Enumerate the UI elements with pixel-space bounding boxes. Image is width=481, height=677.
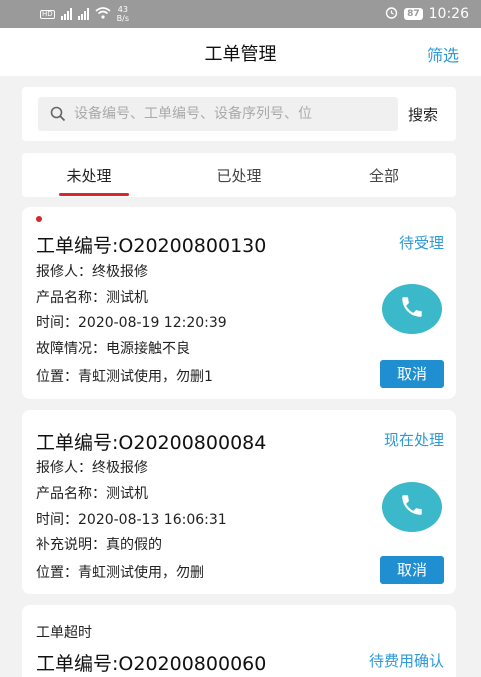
order-status[interactable]: 现在处理 xyxy=(384,429,444,450)
alarm-icon xyxy=(385,6,398,22)
network-speed-unit: B/s xyxy=(116,14,130,23)
network-speed: 43 B/s xyxy=(117,5,129,23)
order-number: 工单编号:O20200800130 xyxy=(36,235,267,257)
tab-all[interactable]: 全部 xyxy=(324,165,444,186)
order-time: 时间：2020-08-19 12:20:39 xyxy=(36,315,227,331)
order-number: 工单编号:O20200800084 xyxy=(36,432,267,454)
order-remark: 补充说明：真的假的 xyxy=(36,537,162,553)
order-status[interactable]: 待费用确认 xyxy=(369,650,444,671)
order-product: 产品名称：测试机 xyxy=(36,290,148,306)
phone-icon xyxy=(399,294,425,324)
status-bar-indicators: HD 43 B/s xyxy=(40,5,129,23)
tab-processed[interactable]: 已处理 xyxy=(179,165,299,186)
phone-icon xyxy=(399,492,425,522)
status-tabs: 未处理 已处理 全部 xyxy=(22,153,456,197)
call-button[interactable] xyxy=(382,482,442,532)
order-card[interactable]: 工单编号:O20200800084 现在处理 报修人：终极报修 产品名称：测试机… xyxy=(22,410,456,594)
search-button[interactable]: 搜索 xyxy=(408,104,438,125)
hd-badge: HD xyxy=(40,9,55,19)
cancel-button[interactable]: 取消 xyxy=(380,556,444,584)
status-bar: HD 43 B/s 87 10:26 xyxy=(0,0,481,28)
order-number: 工单编号:O20200800060 xyxy=(36,653,267,675)
order-card[interactable]: 工单超时 工单编号:O20200800060 待费用确认 xyxy=(22,605,456,677)
order-time: 时间：2020-08-13 16:06:31 xyxy=(36,512,227,528)
signal-icon xyxy=(60,8,72,20)
app-header: 工单管理 筛选 xyxy=(0,28,481,76)
order-location: 位置：青虹测试使用，勿删1 xyxy=(36,369,213,385)
search-icon xyxy=(50,106,66,126)
order-reporter: 报修人：终极报修 xyxy=(36,264,148,280)
signal-icon xyxy=(77,8,89,20)
order-location: 位置：青虹测试使用，勿删 xyxy=(36,565,204,581)
active-tab-indicator xyxy=(59,193,129,196)
wifi-icon xyxy=(95,6,111,22)
search-input[interactable] xyxy=(74,97,392,131)
order-reporter: 报修人：终极报修 xyxy=(36,460,148,476)
status-bar-right: 87 10:26 xyxy=(385,6,469,22)
order-fault: 故障情况：电源接触不良 xyxy=(36,341,190,357)
call-button[interactable] xyxy=(382,284,442,334)
order-card[interactable]: 工单编号:O20200800130 待受理 报修人：终极报修 产品名称：测试机 … xyxy=(22,207,456,399)
tab-unprocessed[interactable]: 未处理 xyxy=(29,165,149,186)
unread-dot xyxy=(36,216,42,222)
clock: 10:26 xyxy=(428,6,469,22)
battery-level: 87 xyxy=(404,8,423,20)
page-title: 工单管理 xyxy=(204,44,277,65)
filter-button[interactable]: 筛选 xyxy=(427,42,459,66)
search-box[interactable] xyxy=(38,97,398,131)
search-bar: 搜索 xyxy=(22,87,456,141)
order-status[interactable]: 待受理 xyxy=(399,232,444,253)
overtime-label: 工单超时 xyxy=(36,625,92,641)
cancel-button[interactable]: 取消 xyxy=(380,360,444,388)
network-speed-value: 43 xyxy=(117,5,128,14)
order-product: 产品名称：测试机 xyxy=(36,486,148,502)
